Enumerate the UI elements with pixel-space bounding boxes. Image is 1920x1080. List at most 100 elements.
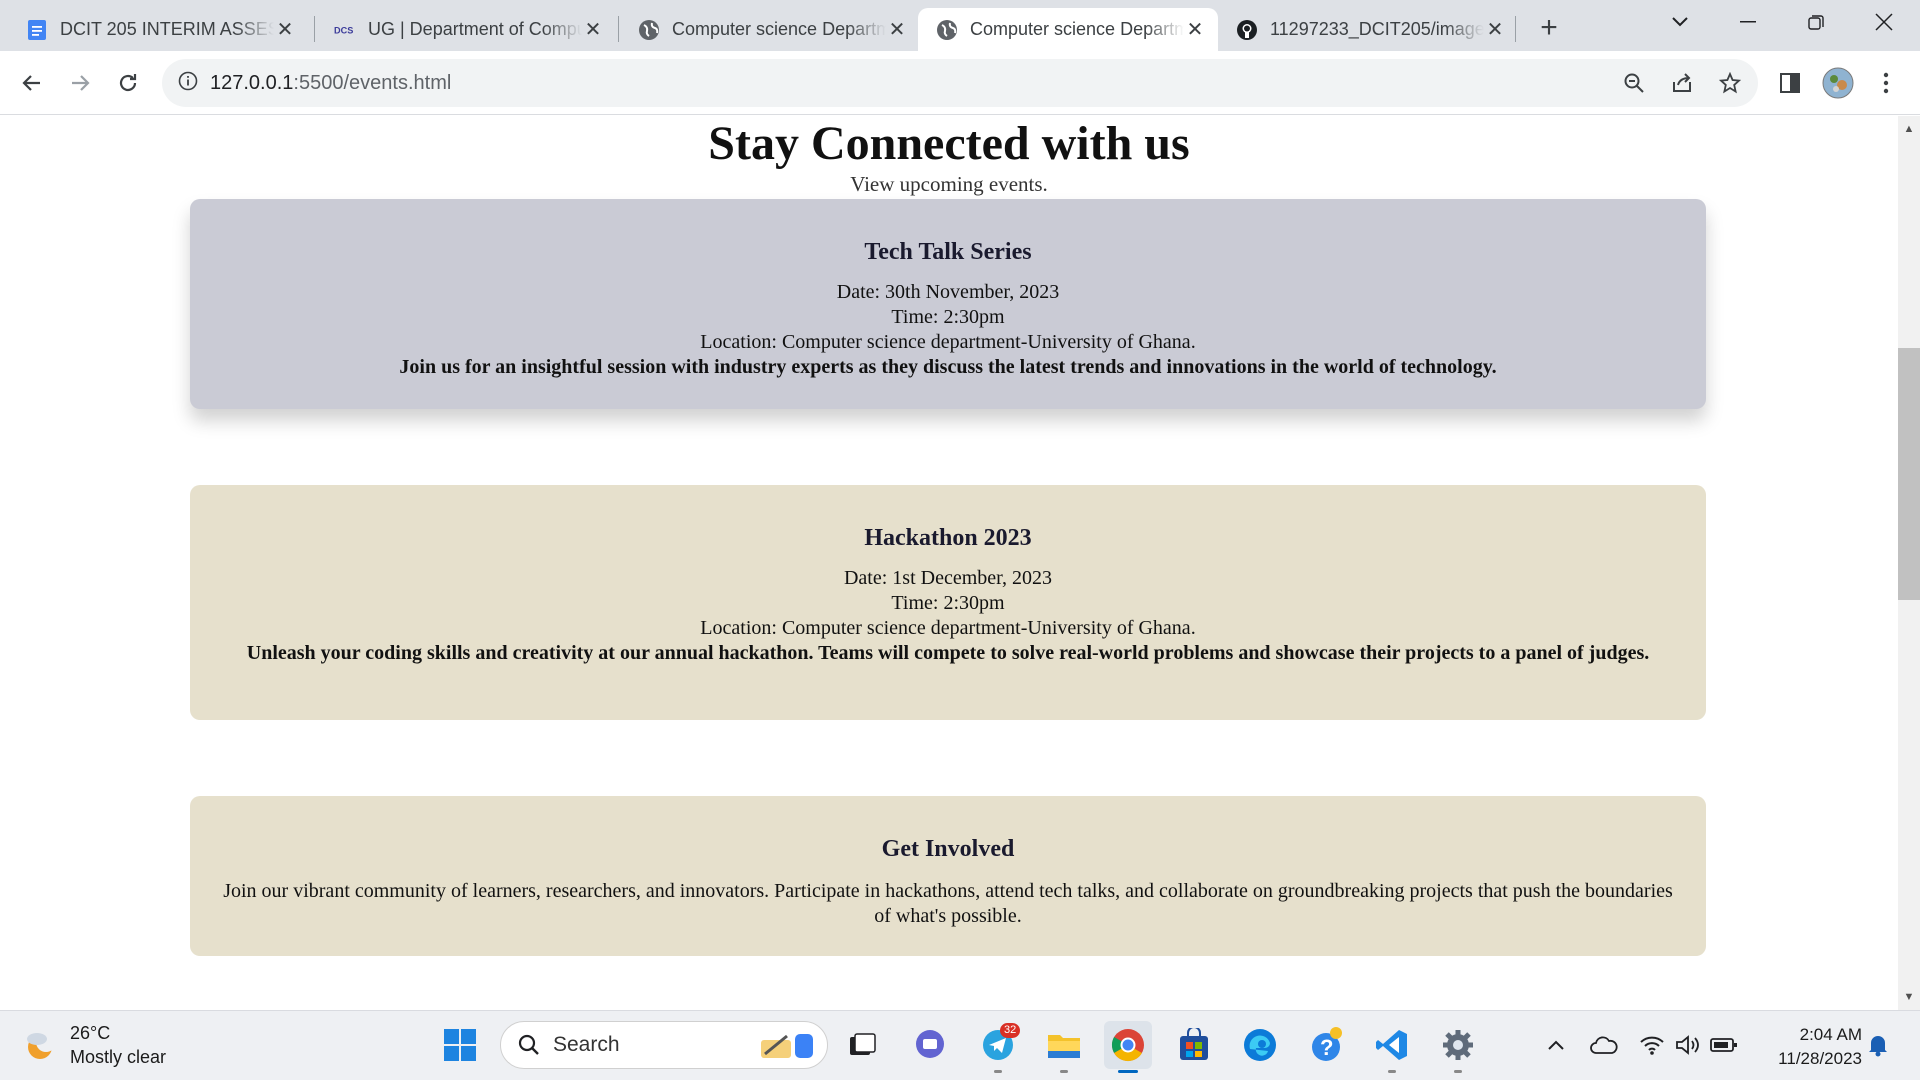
- tab-title: Computer science Department: [970, 19, 1184, 39]
- close-icon[interactable]: ✕: [1484, 17, 1506, 42]
- tab-search-button[interactable]: [1650, 0, 1710, 44]
- telegram-button[interactable]: 32: [974, 1021, 1022, 1073]
- store-button[interactable]: [1170, 1021, 1218, 1069]
- chat-icon: [916, 1030, 944, 1058]
- event-location: Location: Computer science department-Un…: [700, 617, 1196, 639]
- address-bar[interactable]: 127.0.0.1:5500/events.html: [162, 59, 1758, 107]
- zoom-button[interactable]: [1616, 65, 1652, 101]
- edge-icon: [1244, 1029, 1276, 1061]
- tab-separator: [618, 16, 619, 42]
- github-icon: [1236, 19, 1258, 41]
- volume-icon[interactable]: [1672, 1027, 1704, 1063]
- close-icon[interactable]: ✕: [886, 17, 908, 42]
- minimize-icon: [1740, 21, 1756, 23]
- globe-icon: [936, 19, 958, 41]
- restore-button[interactable]: [1786, 0, 1846, 44]
- globe-icon: [638, 19, 660, 41]
- event-time: Time: 2:30pm: [891, 592, 1005, 614]
- event-date: Date: 1st December, 2023: [843, 567, 1053, 589]
- file-explorer-button[interactable]: [1040, 1021, 1088, 1073]
- reload-button[interactable]: [110, 65, 146, 101]
- weather-temp: 26°C: [70, 1023, 111, 1043]
- weather-widget[interactable]: 26°C Mostly clear: [22, 1021, 166, 1069]
- arrow-left-icon: [22, 75, 40, 91]
- side-panel-button[interactable]: [1772, 65, 1808, 101]
- vscode-button[interactable]: [1368, 1021, 1416, 1073]
- search-icon: [518, 1034, 539, 1055]
- battery-icon[interactable]: [1708, 1027, 1740, 1063]
- tab-title: UG | Department of Computer Science: [368, 19, 582, 39]
- bookmark-button[interactable]: [1712, 65, 1748, 101]
- task-view-button[interactable]: [838, 1021, 886, 1069]
- moon-cloud-icon: [27, 1032, 56, 1059]
- reload-icon: [119, 74, 137, 92]
- close-icon[interactable]: ✕: [274, 17, 296, 42]
- forward-button[interactable]: [62, 65, 98, 101]
- close-icon[interactable]: ✕: [582, 17, 604, 42]
- event-title: Tech Talk Series: [864, 239, 1032, 265]
- info-icon[interactable]: [178, 71, 198, 96]
- running-indicator: [1060, 1070, 1068, 1073]
- onedrive-icon[interactable]: [1588, 1027, 1620, 1063]
- profile-avatar[interactable]: [1820, 65, 1856, 101]
- svg-text:?: ?: [1320, 1035, 1333, 1060]
- restore-icon: [1808, 15, 1824, 30]
- url-host: 127.0.0.1: [210, 71, 294, 94]
- page-title: Stay Connected with us: [708, 117, 1190, 170]
- tab-separator: [1515, 16, 1516, 42]
- side-panel-icon: [1780, 73, 1800, 93]
- running-indicator: [994, 1070, 1002, 1073]
- avatar-icon: [1822, 67, 1854, 99]
- tab-github[interactable]: 11297233_DCIT205/images ✕: [1218, 8, 1518, 51]
- tab-ug-department[interactable]: DCS UG | Department of Computer Science …: [316, 8, 616, 51]
- close-window-button[interactable]: [1854, 0, 1914, 44]
- chrome-button[interactable]: [1104, 1021, 1152, 1073]
- system-clock[interactable]: 2:04 AM 11/28/2023: [1752, 1023, 1862, 1071]
- gear-icon: [1443, 1030, 1473, 1060]
- share-icon: [1673, 73, 1691, 92]
- close-icon[interactable]: ✕: [1184, 17, 1206, 42]
- tab-cs-department[interactable]: Computer science Department ✕: [620, 8, 920, 51]
- page-viewport: Stay Connected with us View upcoming eve…: [0, 116, 1898, 1010]
- tab-strip: DCIT 205 INTERIM ASSESSMENT ✕ DCS UG | D…: [0, 0, 1920, 51]
- wifi-icon[interactable]: [1636, 1027, 1668, 1063]
- tab-dcit205[interactable]: DCIT 205 INTERIM ASSESSMENT ✕: [8, 8, 308, 51]
- scroll-down-icon[interactable]: ▼: [1898, 986, 1920, 1008]
- start-button[interactable]: [436, 1021, 484, 1069]
- help-icon: ?: [1312, 1027, 1342, 1061]
- scroll-up-icon[interactable]: ▲: [1898, 118, 1920, 140]
- store-icon: [1180, 1028, 1208, 1060]
- weather-condition: Mostly clear: [70, 1047, 167, 1067]
- edge-button[interactable]: [1236, 1021, 1284, 1069]
- taskbar-search[interactable]: Search: [500, 1021, 828, 1069]
- scrollbar-thumb[interactable]: [1898, 348, 1920, 600]
- browser-toolbar: 127.0.0.1:5500/events.html: [0, 51, 1920, 115]
- menu-button[interactable]: [1868, 65, 1904, 101]
- ug-icon: DCS: [334, 19, 356, 41]
- event-date: Date: 30th November, 2023: [836, 281, 1060, 303]
- notification-bell-icon[interactable]: [1862, 1027, 1894, 1063]
- running-indicator: [1454, 1070, 1462, 1073]
- get-help-button[interactable]: ?: [1302, 1021, 1350, 1069]
- teams-chat-button[interactable]: [906, 1021, 954, 1069]
- new-tab-button[interactable]: +: [1531, 10, 1567, 46]
- chevron-down-icon: [1672, 17, 1688, 27]
- event-card-tech-talk: Tech Talk Series Date: 30th November, 20…: [190, 199, 1706, 409]
- windows-icon: [444, 1029, 476, 1061]
- get-involved-card: Get Involved Join our vibrant community …: [190, 796, 1706, 956]
- url-text: 127.0.0.1:5500/events.html: [210, 72, 451, 95]
- settings-button[interactable]: [1434, 1021, 1482, 1073]
- zoom-icon: [1624, 73, 1644, 93]
- minimize-button[interactable]: [1718, 0, 1778, 44]
- task-view-icon: [850, 1033, 876, 1055]
- back-button[interactable]: [14, 65, 50, 101]
- event-title: Hackathon 2023: [864, 525, 1032, 551]
- tab-title: DCIT 205 INTERIM ASSESSMENT: [60, 19, 274, 39]
- notification-badge: 32: [1000, 1023, 1021, 1038]
- kebab-menu-icon: [1883, 72, 1889, 94]
- show-hidden-icons-button[interactable]: [1540, 1027, 1572, 1063]
- tab-cs-department-active[interactable]: Computer science Department ✕: [918, 8, 1218, 51]
- share-button[interactable]: [1664, 65, 1700, 101]
- event-time: Time: 2:30pm: [891, 306, 1005, 328]
- get-involved-text: Join our vibrant community of learners, …: [223, 880, 1673, 927]
